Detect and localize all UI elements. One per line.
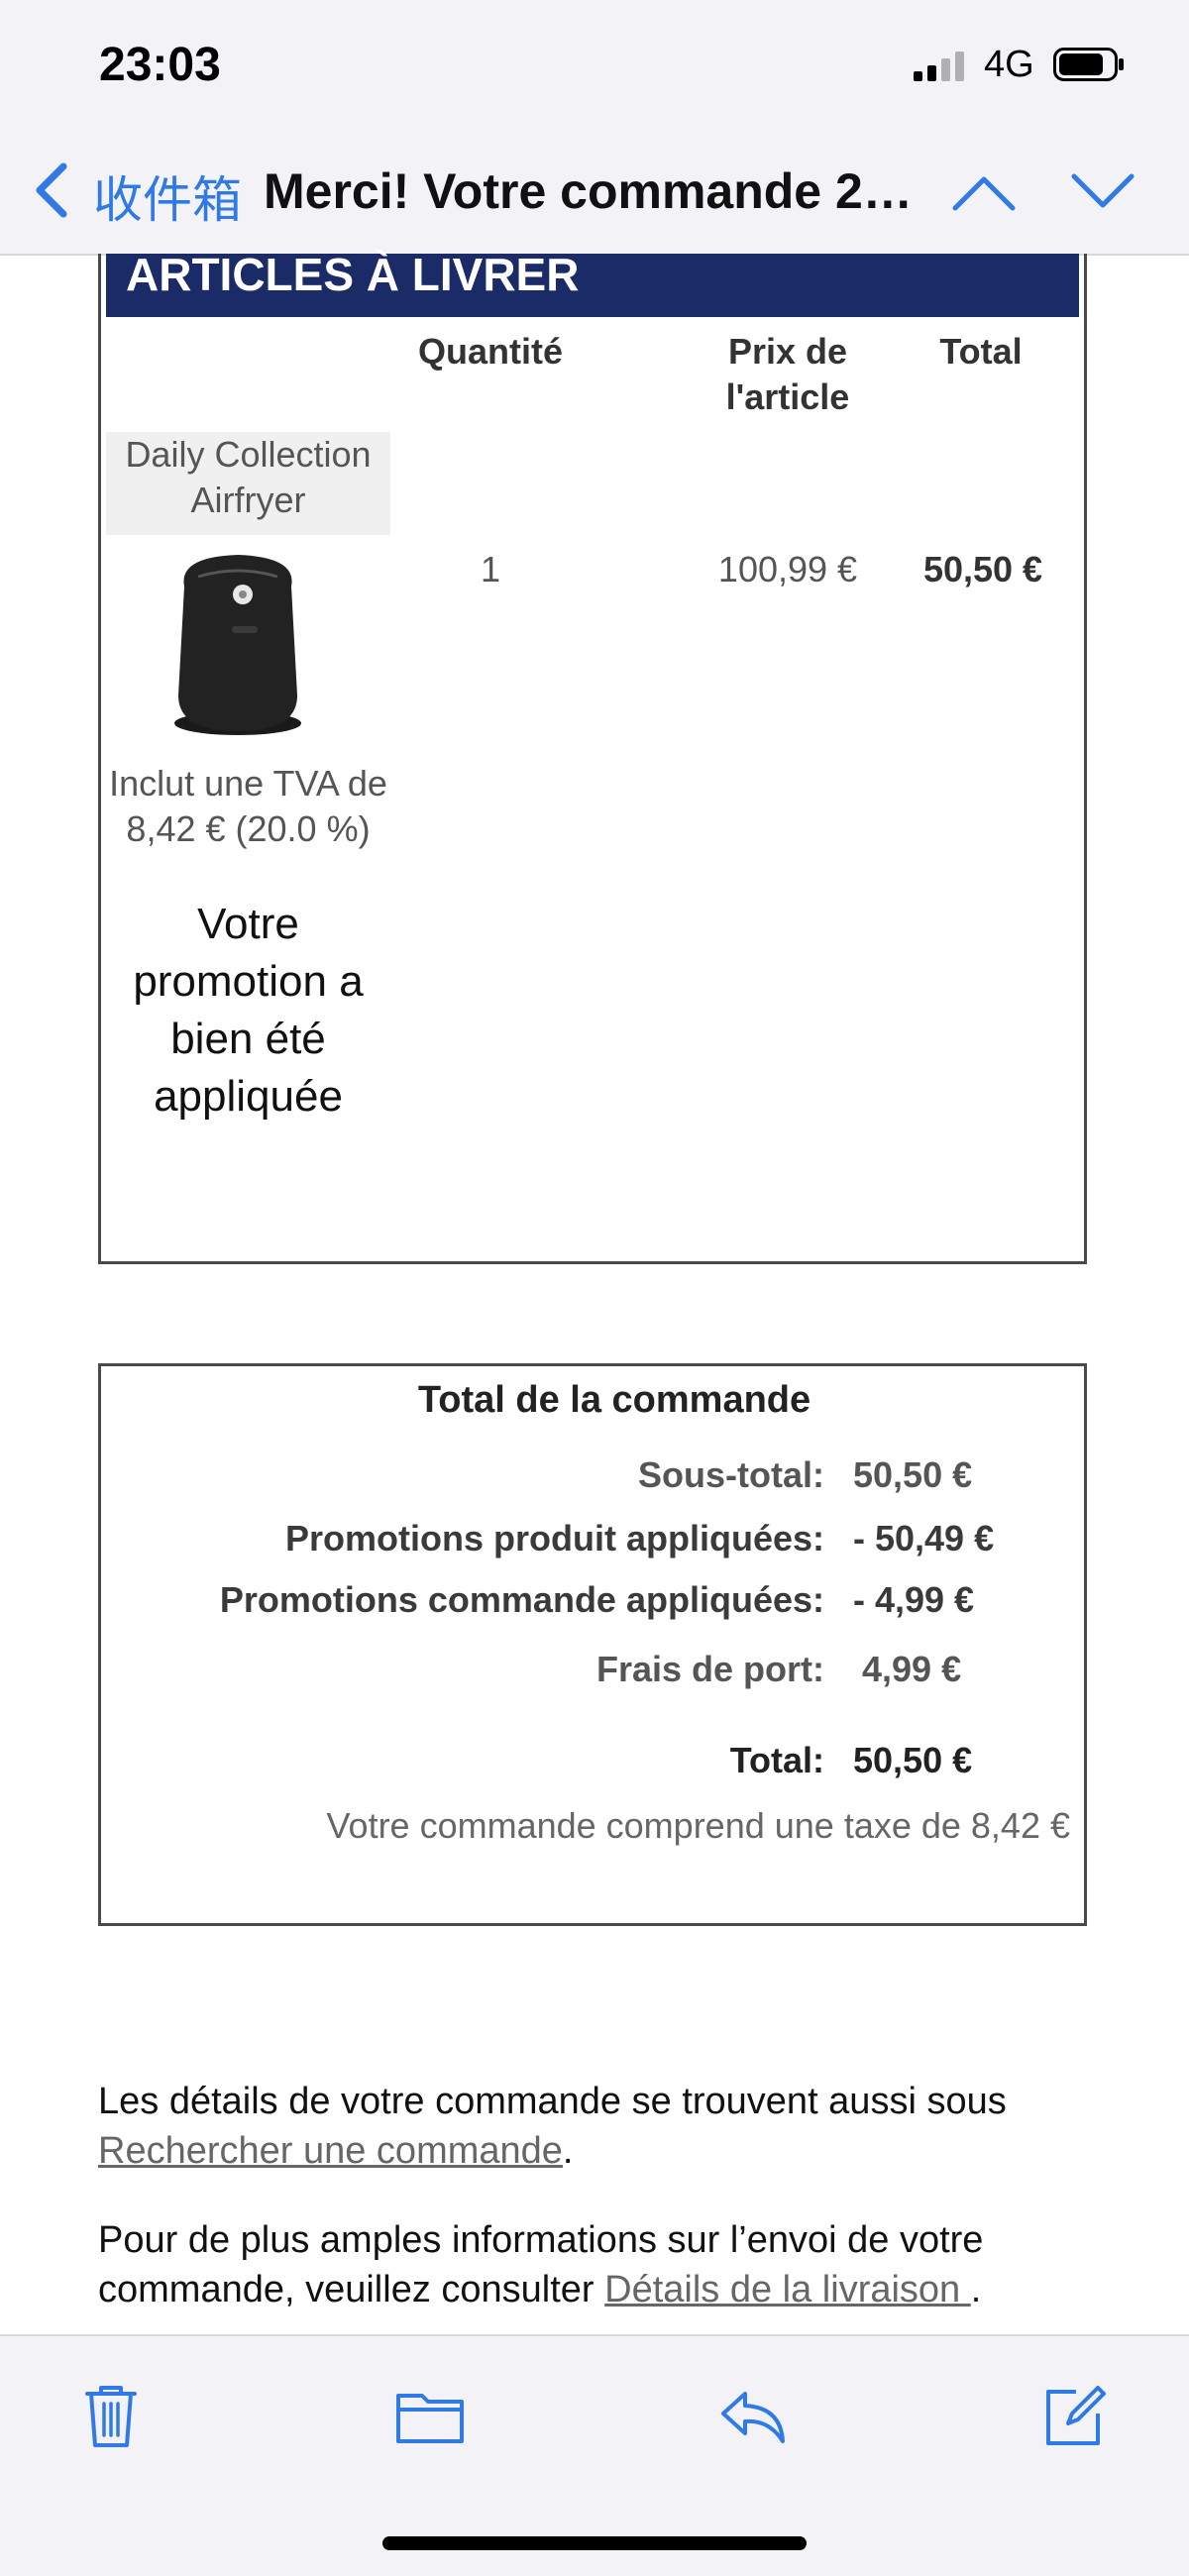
order-promotions-label: Promotions commande appliquées: bbox=[219, 1579, 824, 1620]
shipping-value: 4,99 € bbox=[862, 1649, 962, 1689]
home-indicator bbox=[382, 2536, 807, 2550]
product-tva: Inclut une TVA de 8,42 € (20.0 %) bbox=[109, 763, 387, 849]
product-promotions-label: Promotions produit appliquées: bbox=[284, 1518, 824, 1558]
shipping-info-paragraph: Pour de plus amples informations sur l’e… bbox=[98, 2215, 1099, 2314]
status-time: 23:03 bbox=[99, 39, 221, 91]
order-promotions-value: - 4,99 € bbox=[853, 1579, 975, 1620]
item-total: 50,50 € bbox=[922, 549, 1043, 590]
chevron-left-icon[interactable] bbox=[32, 161, 71, 220]
order-details-text: Les détails de votre commande se trouven… bbox=[98, 2081, 1007, 2122]
promotion-applied-text: Votre promotion a bien été appliquée bbox=[133, 900, 364, 1121]
reply-icon[interactable] bbox=[717, 2380, 789, 2451]
period: . bbox=[970, 2269, 982, 2310]
articles-header-label: ARTICLES À LIVRER bbox=[126, 249, 580, 300]
folder-icon[interactable] bbox=[394, 2380, 466, 2451]
battery-icon bbox=[1053, 48, 1124, 81]
status-bar: 23:03 4G bbox=[0, 0, 1189, 139]
total-label: Total: bbox=[729, 1740, 824, 1780]
back-button[interactable]: 收件箱 bbox=[93, 161, 242, 232]
order-details-paragraph: Les détails de votre commande se trouven… bbox=[98, 2077, 1099, 2176]
subtotal-value: 50,50 € bbox=[853, 1454, 973, 1495]
period: . bbox=[562, 2130, 574, 2172]
email-subject-title: Merci! Votre commande 24... bbox=[264, 163, 927, 219]
trash-icon[interactable] bbox=[75, 2380, 147, 2451]
item-price: 100,99 € bbox=[717, 549, 858, 590]
tax-note: Votre commande comprend une taxe de 8,42… bbox=[326, 1805, 1070, 1846]
column-header-total: Total bbox=[939, 331, 1023, 372]
column-header-quantity: Quantité bbox=[417, 331, 563, 372]
item-quantity: 1 bbox=[480, 549, 501, 590]
order-totals-title: Total de la commande bbox=[417, 1379, 811, 1421]
total-value: 50,50 € bbox=[853, 1740, 973, 1780]
airfryer-image[interactable] bbox=[149, 547, 327, 745]
signal-icon bbox=[914, 52, 964, 81]
chevron-up-icon[interactable] bbox=[949, 162, 1019, 222]
column-header-price: Prix de l'article bbox=[725, 331, 850, 417]
shipping-label: Frais de port: bbox=[595, 1649, 824, 1689]
chevron-down-icon[interactable] bbox=[1068, 162, 1137, 222]
subtotal-label: Sous-total: bbox=[638, 1454, 824, 1495]
nav-bar: 收件箱 Merci! Votre commande 24... bbox=[0, 139, 1189, 256]
product-promotions-value: - 50,49 € bbox=[853, 1518, 995, 1558]
compose-icon[interactable] bbox=[1038, 2380, 1110, 2451]
delivery-details-link[interactable]: Détails de la livraison bbox=[604, 2269, 971, 2310]
articles-header: ARTICLES À LIVRER bbox=[106, 249, 1079, 317]
network-type: 4G bbox=[984, 44, 1034, 85]
product-name[interactable]: Daily Collection Airfryer bbox=[106, 432, 390, 535]
search-order-link[interactable]: Rechercher une commande bbox=[98, 2130, 563, 2172]
